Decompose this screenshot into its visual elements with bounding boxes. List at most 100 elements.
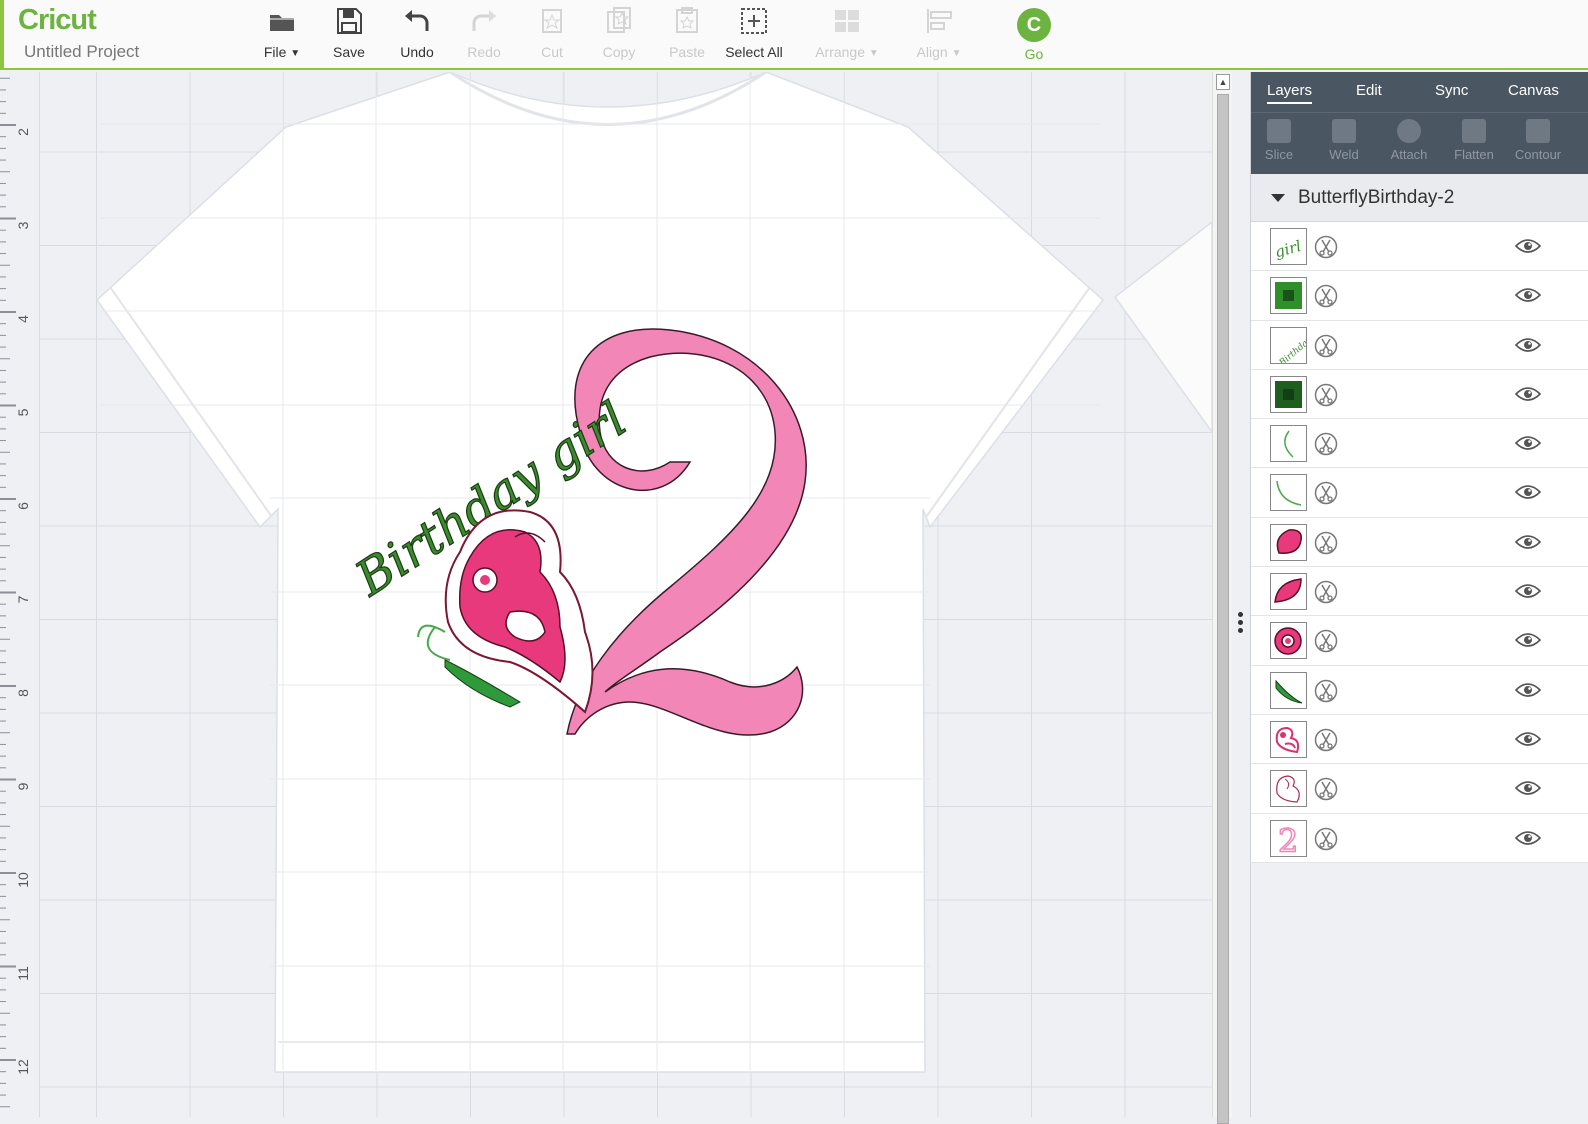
eye-icon[interactable] <box>1515 484 1541 500</box>
layer-thumbnail[interactable] <box>1270 277 1307 315</box>
project-title[interactable]: Untitled Project <box>24 42 139 62</box>
tab-edit[interactable]: Edit <box>1356 82 1382 99</box>
layer-thumbnail[interactable]: Birthday <box>1270 326 1307 364</box>
ruler-label: 7 <box>15 595 31 603</box>
eye-icon[interactable] <box>1515 287 1541 303</box>
layer-row[interactable] <box>1251 665 1588 715</box>
select-all-button[interactable]: Select All <box>719 4 789 64</box>
layer-thumbnail[interactable] <box>1270 375 1307 413</box>
flatten-label: Flatten <box>1454 147 1494 162</box>
chevron-down-icon: ▼ <box>290 48 301 59</box>
file-button[interactable]: File ▼ <box>247 4 317 64</box>
scissors-icon[interactable] <box>1314 383 1338 407</box>
scissors-icon[interactable] <box>1314 432 1338 456</box>
attach-button[interactable]: Attach <box>1378 119 1440 162</box>
design-canvas[interactable]: Birthday girl <box>40 72 1212 1117</box>
redo-button[interactable]: Redo <box>449 4 519 64</box>
contour-icon <box>1526 119 1550 143</box>
eye-icon[interactable] <box>1515 830 1541 846</box>
eye-icon[interactable] <box>1515 337 1541 353</box>
layer-row[interactable]: Birthday <box>1251 320 1588 370</box>
weld-button[interactable]: Weld <box>1313 119 1375 162</box>
save-button[interactable]: Save <box>314 4 384 64</box>
layer-row[interactable] <box>1251 714 1588 765</box>
layer-group-name: ButterflyBirthday-2 <box>1298 187 1455 208</box>
canvas-vertical-scrollbar[interactable]: ▲ <box>1212 72 1232 1124</box>
cut-button[interactable]: Cut <box>517 4 587 64</box>
collapse-triangle-icon[interactable] <box>1271 194 1285 202</box>
layer-row[interactable] <box>1251 468 1588 518</box>
scissors-icon[interactable] <box>1314 679 1338 703</box>
attach-icon <box>1397 119 1421 143</box>
layer-group-header[interactable]: ButterflyBirthday-2 <box>1251 174 1588 222</box>
paste-button[interactable]: Paste <box>652 4 722 64</box>
layer-thumbnail[interactable] <box>1270 523 1307 561</box>
eye-icon[interactable] <box>1515 583 1541 599</box>
scroll-up-arrow-icon[interactable]: ▲ <box>1216 74 1230 90</box>
contour-label: Contour <box>1514 147 1562 162</box>
layer-row[interactable] <box>1251 764 1588 814</box>
scissors-icon[interactable] <box>1314 334 1338 358</box>
eye-icon[interactable] <box>1515 632 1541 648</box>
copy-icon <box>607 7 631 33</box>
align-button[interactable]: Align ▼ <box>904 4 974 64</box>
save-label: Save <box>333 44 365 60</box>
select-all-label: Select All <box>725 44 783 60</box>
contour-button[interactable]: Contour <box>1507 119 1569 162</box>
eye-icon[interactable] <box>1515 731 1541 747</box>
top-toolbar: Cricut Untitled Project File ▼ Save Undo… <box>0 0 1588 70</box>
layer-thumbnail[interactable] <box>1270 622 1307 660</box>
arrange-button[interactable]: Arrange ▼ <box>812 4 882 64</box>
eye-icon[interactable] <box>1515 435 1541 451</box>
tab-layers[interactable]: Layers <box>1267 82 1313 104</box>
ruler-label: 10 <box>15 872 31 888</box>
tab-canvas[interactable]: Canvas <box>1508 82 1559 99</box>
ruler-label: 6 <box>15 502 31 510</box>
go-button[interactable]: C Go <box>999 4 1069 64</box>
layer-row[interactable] <box>1251 616 1588 666</box>
drag-handle-icon[interactable] <box>1238 612 1243 636</box>
copy-button[interactable]: Copy <box>584 4 654 64</box>
align-icon <box>927 9 952 33</box>
layer-thumbnail[interactable] <box>1270 720 1307 758</box>
ruler-label: 4 <box>15 315 31 323</box>
layer-row[interactable] <box>1251 517 1588 568</box>
layer-thumbnail[interactable] <box>1270 474 1307 512</box>
scissors-icon[interactable] <box>1314 481 1338 505</box>
flatten-button[interactable]: Flatten <box>1443 119 1505 162</box>
layer-thumbnail[interactable]: 2 <box>1270 819 1307 857</box>
eye-icon[interactable] <box>1515 682 1541 698</box>
panel-splitter[interactable] <box>1232 72 1250 1117</box>
paste-icon <box>676 7 698 33</box>
slice-button[interactable]: Slice <box>1248 119 1310 162</box>
scissors-icon[interactable] <box>1314 235 1338 259</box>
slice-label: Slice <box>1264 147 1294 162</box>
scissors-icon[interactable] <box>1314 629 1338 653</box>
undo-button[interactable]: Undo <box>382 4 452 64</box>
layer-row[interactable] <box>1251 567 1588 617</box>
layer-row[interactable] <box>1251 419 1588 469</box>
eye-icon[interactable] <box>1515 238 1541 254</box>
eye-icon[interactable] <box>1515 534 1541 550</box>
tshirt-body <box>96 72 1105 1073</box>
layer-row[interactable]: girl <box>1251 222 1588 272</box>
layer-thumbnail[interactable] <box>1270 425 1307 463</box>
scrollbar-thumb[interactable] <box>1217 94 1229 1124</box>
scissors-icon[interactable] <box>1314 284 1338 308</box>
tab-sync[interactable]: Sync <box>1435 82 1468 99</box>
eye-icon[interactable] <box>1515 386 1541 402</box>
layer-thumbnail[interactable] <box>1270 671 1307 709</box>
eye-icon[interactable] <box>1515 780 1541 796</box>
scissors-icon[interactable] <box>1314 777 1338 801</box>
scissors-icon[interactable] <box>1314 580 1338 604</box>
layer-row[interactable] <box>1251 369 1588 420</box>
layer-row[interactable] <box>1251 271 1588 321</box>
layer-thumbnail[interactable]: girl <box>1270 228 1307 265</box>
layer-thumbnail[interactable] <box>1270 770 1307 808</box>
scissors-icon[interactable] <box>1314 827 1338 851</box>
scissors-icon[interactable] <box>1314 531 1338 555</box>
scissors-icon[interactable] <box>1314 728 1338 752</box>
layer-row[interactable]: 2 <box>1251 813 1588 863</box>
svg-text:girl: girl <box>1273 237 1303 261</box>
layer-thumbnail[interactable] <box>1270 573 1307 611</box>
